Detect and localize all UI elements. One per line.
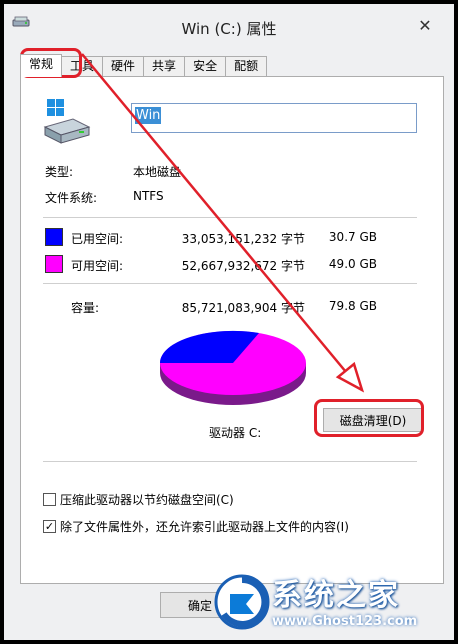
close-icon: ✕ — [418, 15, 432, 35]
tab-sharing[interactable]: 共享 — [143, 56, 186, 76]
index-checkbox[interactable]: ✓ — [43, 520, 56, 533]
site-watermark: 系统之家 www.Ghost123.com — [210, 568, 454, 640]
tab-quota[interactable]: 配额 — [225, 56, 268, 76]
used-space-label: 已用空间: — [71, 232, 124, 246]
watermark-title: 系统之家 — [272, 578, 400, 613]
watermark-logo-icon — [214, 574, 270, 630]
free-space-bytes: 52,667,932,672 字节 — [181, 259, 305, 273]
filesystem-value: NTFS — [133, 189, 164, 203]
cleanup-highlight-box — [314, 399, 424, 437]
disk-usage-pie — [159, 330, 306, 405]
compress-checkbox[interactable] — [43, 493, 56, 506]
general-panel: Win 类型: 本地磁盘 文件系统: NTFS 已用空间: 33,053,151… — [20, 76, 444, 584]
drive-name-input[interactable]: Win — [131, 103, 417, 133]
windows-drive-icon — [43, 99, 91, 144]
filesystem-label: 文件系统: — [45, 191, 98, 205]
watermark-url: www.Ghost123.com — [272, 614, 418, 629]
tab-strip: 常规 工具 硬件 共享 安全 配额 — [20, 54, 268, 77]
divider — [43, 217, 417, 218]
capacity-label: 容量: — [71, 301, 100, 315]
used-space-bytes: 33,053,151,232 字节 — [181, 232, 305, 246]
properties-window: Win (C:) 属性 ✕ 常规 工具 硬件 共享 安全 配额 Win 类型: … — [4, 4, 454, 640]
divider — [43, 283, 417, 284]
tab-general[interactable]: 常规 — [20, 54, 63, 77]
used-space-swatch — [45, 228, 63, 246]
free-space-label: 可用空间: — [71, 259, 124, 273]
drive-name-value: Win — [135, 107, 162, 124]
type-label: 类型: — [45, 165, 74, 179]
tab-security[interactable]: 安全 — [184, 56, 227, 76]
close-button[interactable]: ✕ — [408, 14, 442, 36]
divider — [43, 461, 417, 462]
used-space-size: 30.7 GB — [328, 230, 377, 244]
index-label: 除了文件属性外，还允许索引此驱动器上文件的内容(I) — [60, 520, 349, 534]
capacity-size: 79.8 GB — [328, 299, 377, 313]
window-title: Win (C:) 属性 — [181, 20, 277, 38]
checkmark-icon: ✓ — [44, 520, 55, 533]
type-value: 本地磁盘 — [133, 165, 182, 179]
index-option[interactable]: ✓ 除了文件属性外，还允许索引此驱动器上文件的内容(I) — [43, 518, 349, 535]
title-bar: Win (C:) 属性 ✕ — [4, 4, 454, 44]
capacity-bytes: 85,721,083,904 字节 — [181, 301, 305, 315]
free-space-swatch — [45, 255, 63, 273]
free-space-size: 49.0 GB — [328, 257, 377, 271]
compress-option[interactable]: 压缩此驱动器以节约磁盘空间(C) — [43, 491, 234, 508]
drive-letter-label: 驱动器 C: — [209, 426, 262, 440]
tab-hardware[interactable]: 硬件 — [102, 56, 145, 76]
compress-label: 压缩此驱动器以节约磁盘空间(C) — [60, 493, 234, 507]
